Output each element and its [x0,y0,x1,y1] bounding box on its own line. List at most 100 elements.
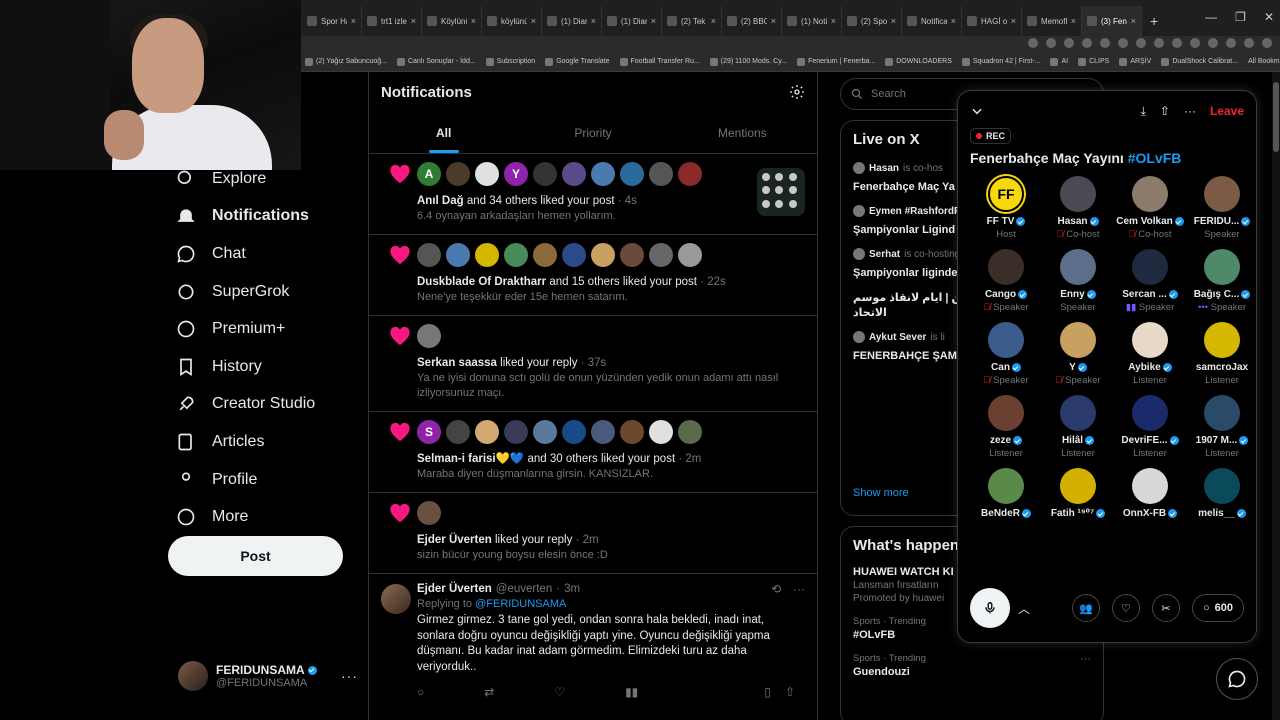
views-icon[interactable]: ▮▮ [625,685,638,699]
tab-all[interactable]: All [369,112,518,153]
space-participant[interactable]: Fatih ¹⁹⁰⁷ [1042,468,1114,519]
close-tab-icon[interactable]: × [411,16,416,26]
browser-tab[interactable]: köylünün × [482,6,542,36]
space-hashtag[interactable]: #OLvFB [1128,150,1182,166]
bookmark-item[interactable]: AI [1047,57,1071,66]
scrollbar[interactable] [1272,72,1280,720]
browser-tab[interactable]: (1) Diam × [602,6,662,36]
space-participant[interactable]: Y 🎙̸ Speaker [1042,322,1114,386]
browser-tab[interactable]: Notificat × [902,6,962,36]
space-participant[interactable]: FERIDU... Speaker [1186,176,1256,240]
browser-tab[interactable]: Köylünün × [422,6,482,36]
browser-tab[interactable]: trt1 izle × [362,6,422,36]
browser-tab[interactable]: HAGİ on × [962,6,1022,36]
notification-user[interactable]: Anıl Dağ [417,195,464,207]
avatar[interactable] [620,420,644,444]
close-window-icon[interactable]: ✕ [1264,10,1274,24]
notification-item[interactable]: Serkan saassa liked your reply · 37s Ya n… [369,316,817,412]
browser-tab[interactable]: Spor Hab × [302,6,362,36]
close-tab-icon[interactable]: × [1131,16,1136,26]
more-dots-icon[interactable]: ··· [1080,653,1091,665]
notification-item[interactable]: A Y Anıl Dağ and 34 others liked your post… [369,154,817,235]
space-participant[interactable]: Cem Volkan 🎙̸ Co-host [1114,176,1186,240]
avatar[interactable] [504,420,528,444]
minimize-space-icon[interactable]: ⤓ [1141,104,1146,119]
heart-plus-icon[interactable]: ♡ [1111,594,1140,622]
avatar[interactable] [446,243,470,267]
reply-tweet[interactable]: Ejder Üverten @euverten · 3m ⟲ ··· Replyi… [369,574,817,699]
extension-icon[interactable] [1028,38,1038,48]
close-tab-icon[interactable]: × [831,16,836,26]
bookmark-icon[interactable]: ▯ [764,685,771,699]
browser-tab[interactable]: (1) Diam × [542,6,602,36]
notification-item[interactable]: Duskblade Of Draktharr and 15 others lik… [369,235,817,316]
avatar[interactable] [381,584,411,614]
avatar[interactable] [417,243,441,267]
bookmark-item[interactable]: Football Transfer Ru... [617,57,703,66]
avatar[interactable] [562,420,586,444]
close-tab-icon[interactable]: × [651,16,656,26]
notification-item[interactable]: Ejder Üverten liked your reply · 2m sizin… [369,493,817,574]
avatar[interactable] [446,420,470,444]
all-bookmarks-link[interactable]: All Bookmarks [1245,58,1280,65]
close-tab-icon[interactable]: × [591,16,596,26]
extension-icon[interactable] [1100,38,1110,48]
repost-icon[interactable]: ⇄ [484,685,494,699]
avatar[interactable] [649,420,673,444]
space-participant[interactable]: Bağış C... ••• Speaker [1186,249,1256,313]
bookmark-item[interactable]: (29) 1100 Mods. Cy... [707,57,790,66]
nav-item-notifications[interactable]: Notifications [168,198,358,236]
more-dots-icon[interactable]: ··· [341,668,358,684]
close-tab-icon[interactable]: × [891,16,896,26]
avatar[interactable] [649,162,673,186]
close-tab-icon[interactable]: × [1071,16,1076,26]
bookmark-item[interactable]: Google Translate [542,57,612,66]
browser-tab[interactable]: (2) BBO × [722,6,782,36]
nav-item-supergrok[interactable]: SuperGrok [168,273,358,311]
bookmark-item[interactable]: Subscription [483,57,539,66]
avatar[interactable] [446,162,470,186]
tab-mentions[interactable]: Mentions [668,112,817,153]
bookmark-item[interactable]: CLIPS [1075,57,1112,66]
reply-icon[interactable]: ○ [417,685,424,699]
space-participant[interactable]: Sercan ... ▮▮ Speaker [1114,249,1186,313]
extension-icon[interactable] [1226,38,1236,48]
maximize-icon[interactable]: ❐ [1235,10,1246,24]
extension-icon[interactable] [1136,38,1146,48]
nav-item-chat[interactable]: Chat [168,235,358,273]
collapse-chevron-icon[interactable] [970,104,984,118]
avatar[interactable] [417,324,441,348]
avatar[interactable] [533,162,557,186]
avatar[interactable] [562,162,586,186]
avatar[interactable] [678,420,702,444]
avatar[interactable] [591,420,615,444]
browser-tab[interactable]: (3) Fene × [1082,6,1142,36]
bookmark-item[interactable]: DualShock Calibrat... [1158,57,1241,66]
bookmark-item[interactable]: Fenerium | Fenerba... [794,57,878,66]
post-thumbnail[interactable] [757,168,805,216]
clip-scissors-icon[interactable]: ✂ [1151,594,1180,622]
nav-item-profile[interactable]: Profile [168,461,358,499]
avatar[interactable] [562,243,586,267]
avatar[interactable] [678,243,702,267]
close-tab-icon[interactable]: × [951,16,956,26]
settings-gear-icon[interactable] [789,84,805,100]
avatar[interactable] [649,243,673,267]
close-tab-icon[interactable]: × [771,16,776,26]
close-tab-icon[interactable]: × [351,16,356,26]
nav-item-premium-[interactable]: Premium+ [168,310,358,348]
comments-count-button[interactable]: ○ 600 [1191,594,1244,622]
browser-tab[interactable]: Memofli × [1022,6,1082,36]
avatar[interactable] [475,243,499,267]
extension-icon[interactable] [1190,38,1200,48]
notification-user[interactable]: Serkan saassa [417,357,497,369]
avatar[interactable] [533,420,557,444]
extension-icon[interactable] [1208,38,1218,48]
extension-icon[interactable] [1172,38,1182,48]
space-participant[interactable]: 1907 M... Listener [1186,395,1256,459]
more-dots-icon[interactable]: ··· [1184,104,1196,118]
bookmark-item[interactable]: (2) Yağız Sabuncuoğ... [302,57,390,66]
trend-item[interactable]: Sports · Trending Guendouzi ··· [853,653,1091,678]
grok-icon[interactable]: ⟲ [771,582,781,596]
avatar[interactable] [533,243,557,267]
